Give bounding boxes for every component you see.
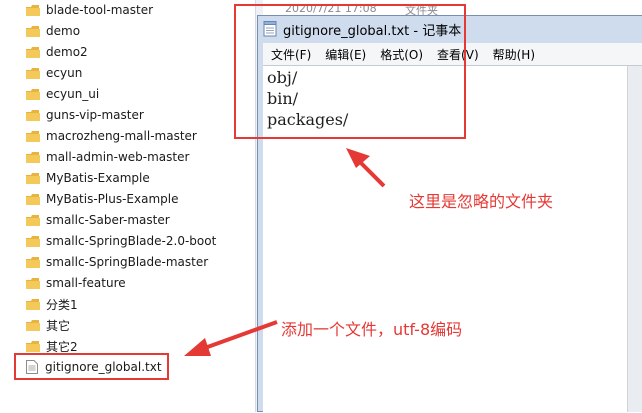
arrow-icon	[346, 148, 386, 188]
annotation-folder-note: 这里是忽略的文件夹	[409, 192, 554, 211]
arrow-icon	[184, 320, 278, 356]
annotation-file-note: 添加一个文件，utf-8编码	[281, 320, 463, 339]
